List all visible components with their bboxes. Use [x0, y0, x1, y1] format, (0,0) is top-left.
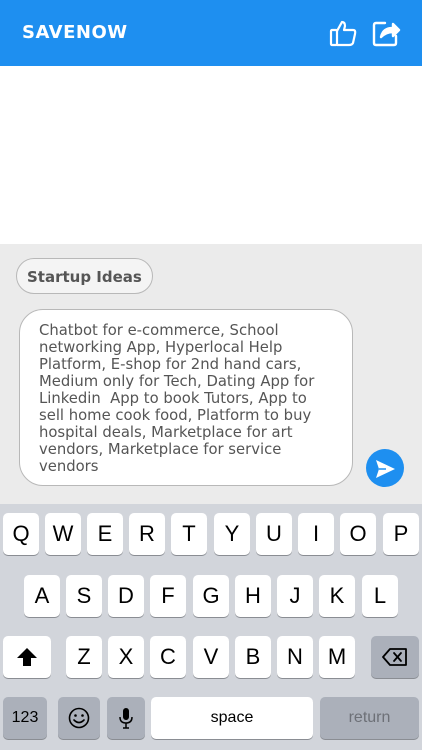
numbers-key[interactable]: 123: [3, 697, 47, 739]
key-m[interactable]: M: [319, 636, 355, 678]
key-c[interactable]: C: [150, 636, 186, 678]
return-key[interactable]: return: [320, 697, 419, 739]
key-r[interactable]: R: [129, 513, 165, 555]
key-o[interactable]: O: [340, 513, 376, 555]
message-line: sell home cook food, Platform to buy: [39, 407, 312, 424]
shift-icon: [17, 648, 37, 666]
key-f[interactable]: F: [150, 575, 186, 617]
message-line: Platform, E-shop for 2nd hand cars,: [39, 356, 302, 373]
thumbs-up-icon[interactable]: [328, 18, 358, 48]
message-line: Linkedin App to book Tutors, App to: [39, 390, 307, 407]
keyboard: Q W E R T Y U I O P A S D F G H J K L Z …: [0, 504, 422, 750]
app-header: SAVENOW: [0, 0, 422, 66]
key-n[interactable]: N: [277, 636, 313, 678]
send-button[interactable]: [366, 449, 404, 487]
key-x[interactable]: X: [108, 636, 144, 678]
key-d[interactable]: D: [108, 575, 144, 617]
key-a[interactable]: A: [24, 575, 60, 617]
delete-key[interactable]: [371, 636, 419, 678]
key-t[interactable]: T: [171, 513, 207, 555]
key-y[interactable]: Y: [214, 513, 250, 555]
key-j[interactable]: J: [277, 575, 313, 617]
key-s[interactable]: S: [66, 575, 102, 617]
microphone-icon: [119, 708, 133, 729]
key-p[interactable]: P: [383, 513, 419, 555]
shift-key[interactable]: [3, 636, 51, 678]
message-input[interactable]: Chatbot for e-commerce, School networkin…: [19, 309, 353, 486]
key-u[interactable]: U: [256, 513, 292, 555]
message-line: networking App, Hyperlocal Help: [39, 339, 283, 356]
key-l[interactable]: L: [362, 575, 398, 617]
send-icon: [376, 460, 395, 478]
key-v[interactable]: V: [193, 636, 229, 678]
startup-ideas-chip[interactable]: Startup Ideas: [16, 258, 153, 294]
message-line: hospital deals, Marketplace for art: [39, 424, 293, 441]
key-e[interactable]: E: [87, 513, 123, 555]
message-line: vendors, Marketplace for service: [39, 441, 282, 458]
microphone-key[interactable]: [107, 697, 145, 739]
conversation-area: [0, 66, 422, 244]
key-z[interactable]: Z: [66, 636, 102, 678]
share-icon[interactable]: [371, 18, 401, 48]
key-h[interactable]: H: [235, 575, 271, 617]
key-q[interactable]: Q: [3, 513, 39, 555]
key-b[interactable]: B: [235, 636, 271, 678]
message-line: vendors: [39, 458, 99, 475]
space-key[interactable]: space: [151, 697, 313, 739]
message-line: Chatbot for e-commerce, School: [39, 322, 279, 339]
app-logo: SAVENOW: [22, 22, 128, 43]
emoji-icon: [68, 707, 90, 729]
message-line: Medium only for Tech, Dating App for: [39, 373, 315, 390]
key-i[interactable]: I: [298, 513, 334, 555]
key-w[interactable]: W: [45, 513, 81, 555]
emoji-key[interactable]: [58, 697, 100, 739]
key-k[interactable]: K: [319, 575, 355, 617]
delete-icon: [382, 648, 407, 666]
key-g[interactable]: G: [193, 575, 229, 617]
